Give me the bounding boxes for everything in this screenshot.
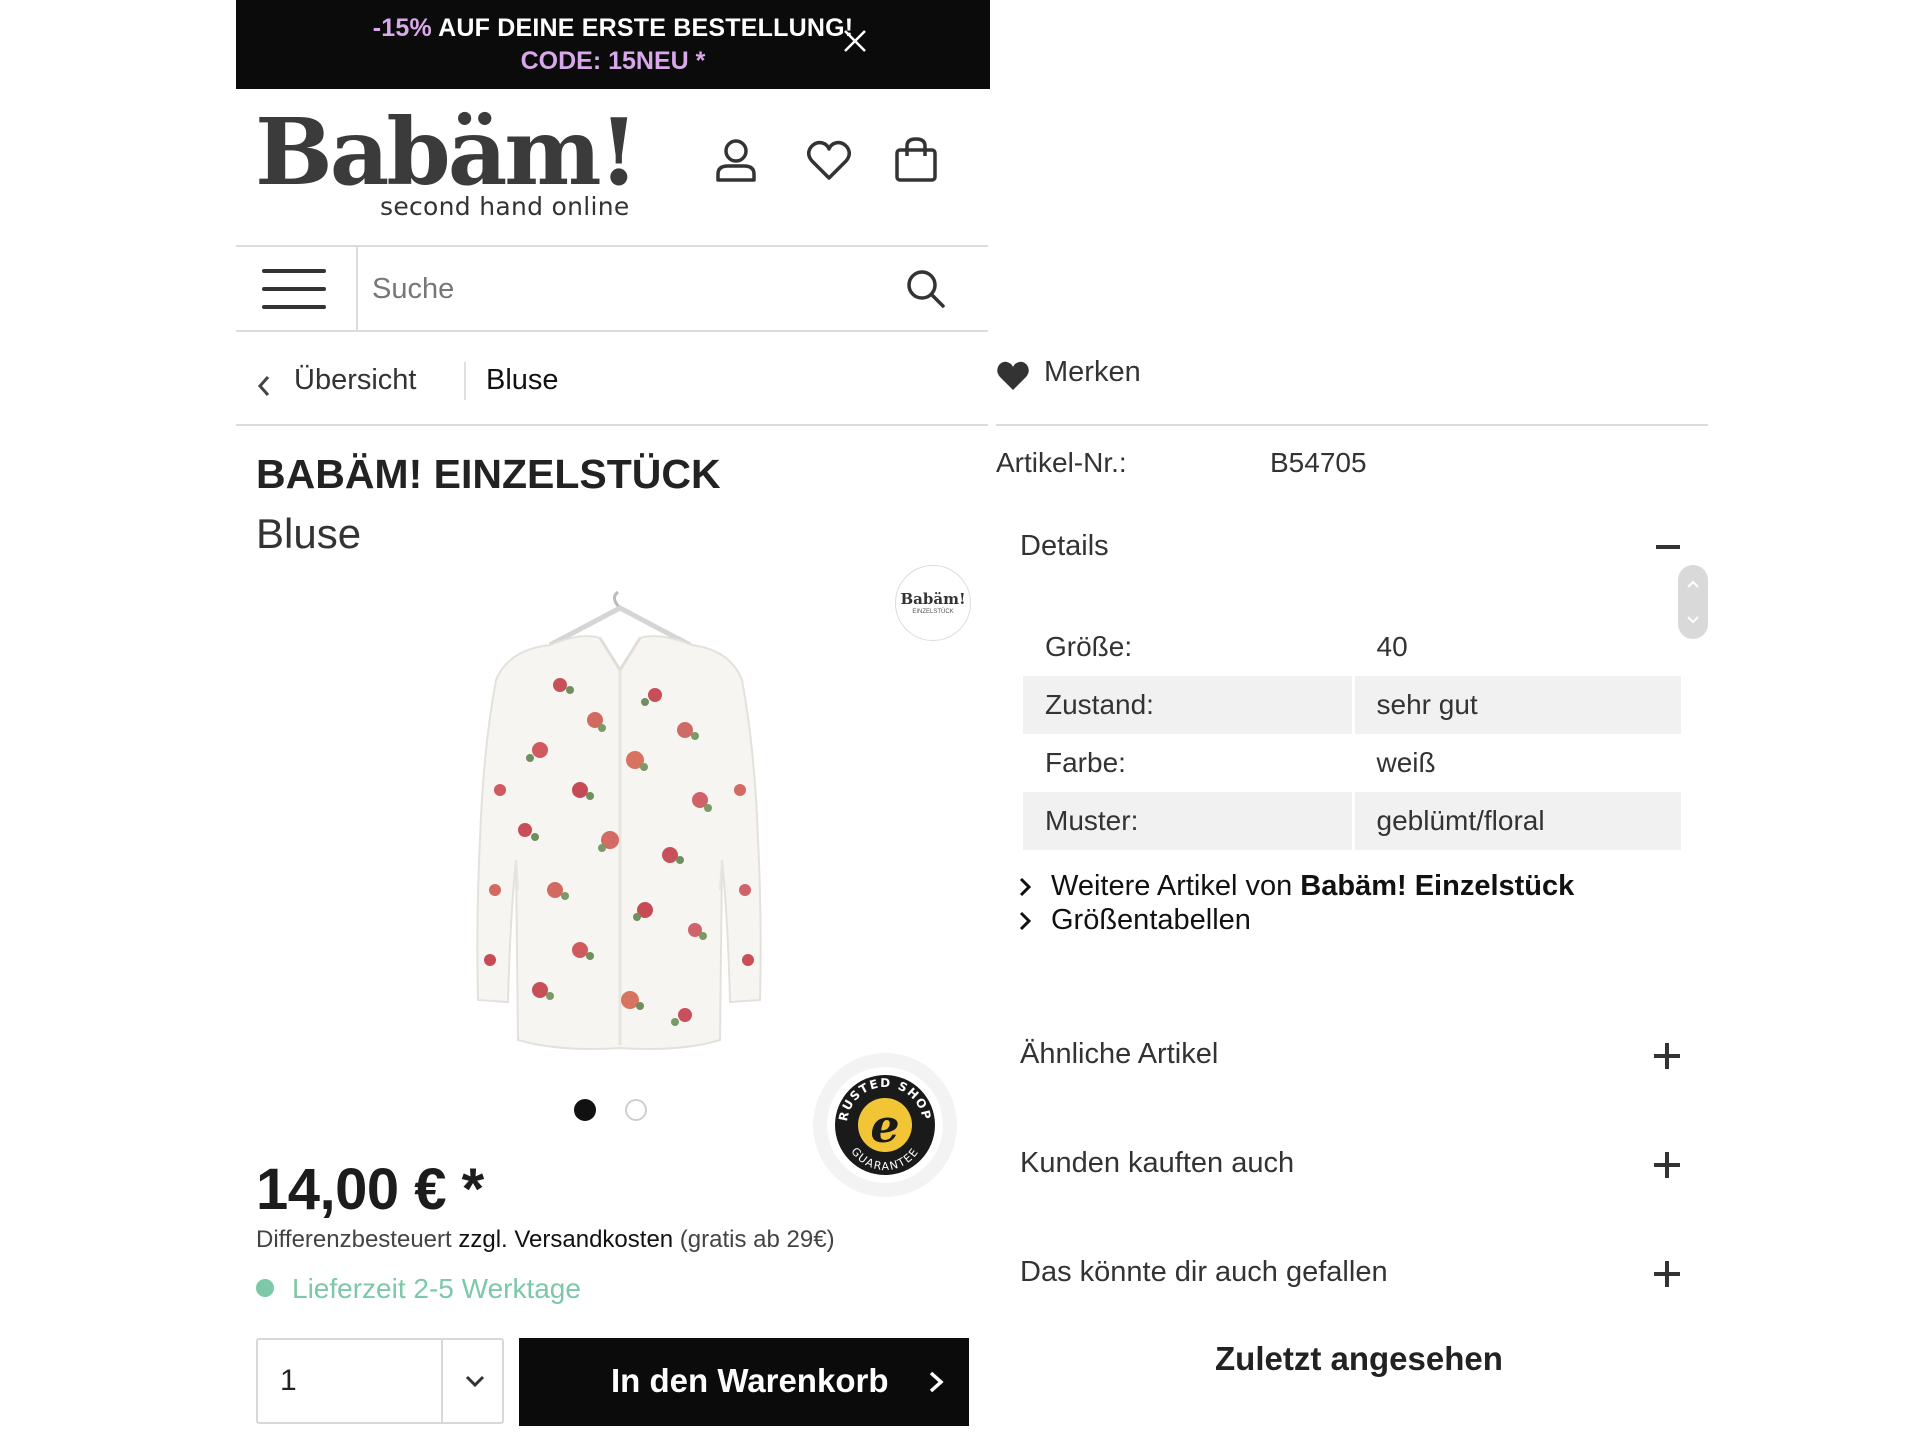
- promo-code: CODE: 15NEU *: [520, 47, 706, 75]
- more-from-brand-name: Babäm! Einzelstück: [1300, 870, 1575, 902]
- detail-value: geblümt/floral: [1353, 792, 1681, 850]
- detail-value: 40: [1376, 631, 1408, 662]
- product-image[interactable]: [430, 590, 810, 1070]
- size-tables-label: Größentabellen: [1051, 904, 1251, 936]
- breadcrumb-back-link[interactable]: Übersicht: [294, 364, 417, 397]
- breadcrumb-divider: [464, 362, 466, 400]
- brand-badge: Babäm! EINZELSTÜCK: [895, 565, 971, 641]
- free-shipping-note: (gratis ab 29€): [673, 1226, 835, 1253]
- divider: [996, 424, 1708, 426]
- close-icon[interactable]: [840, 26, 870, 56]
- add-to-cart-label: In den Warenkorb: [611, 1362, 889, 1399]
- collapse-icon[interactable]: [1656, 545, 1680, 549]
- detail-value: sehr gut: [1353, 676, 1681, 734]
- chevron-right-icon: [929, 1371, 944, 1393]
- trust-letter: e: [870, 1099, 899, 1153]
- menu-icon: [262, 269, 326, 273]
- quantity-select[interactable]: 1: [256, 1338, 504, 1424]
- brand-badge-word: Babäm!: [900, 590, 966, 608]
- heart-icon: [997, 361, 1029, 390]
- scrollbar-thumb[interactable]: [1678, 565, 1708, 639]
- menu-icon-bar: [262, 287, 326, 291]
- brand-badge-sub: EINZELSTÜCK: [912, 609, 954, 615]
- details-heading[interactable]: Details: [1020, 530, 1109, 563]
- product-price: 14,00 € *: [256, 1157, 484, 1222]
- delivery-info: Lieferzeit 2-5 Werktage: [256, 1273, 581, 1305]
- search-input[interactable]: [372, 267, 872, 311]
- quantity-divider: [441, 1340, 443, 1422]
- plus-icon[interactable]: [1654, 1043, 1680, 1069]
- promo-line-1: -15% AUF DEINE ERSTE BESTELLUNG!: [236, 14, 990, 43]
- cart-icon[interactable]: [890, 134, 942, 186]
- article-number-label: Artikel-Nr.:: [996, 447, 1127, 478]
- scroll-arrows-icon: [1687, 580, 1699, 624]
- size-tables-link[interactable]: Größentabellen: [1015, 904, 1251, 937]
- quantity-value: 1: [280, 1364, 297, 1397]
- search-bar: [236, 245, 988, 332]
- product-brand[interactable]: BABÄM! EINZELSTÜCK: [256, 451, 721, 498]
- breadcrumb-current: Bluse: [486, 364, 559, 396]
- more-from-brand-prefix: Weitere Artikel von: [1051, 870, 1301, 902]
- more-from-brand-link[interactable]: Weitere Artikel von Babäm! Einzelstück: [1015, 870, 1574, 903]
- plus-icon[interactable]: [1654, 1261, 1680, 1287]
- detail-row: Muster: geblümt/floral: [1023, 792, 1681, 850]
- menu-button[interactable]: [236, 247, 358, 330]
- tax-info: Differenzbesteuert zzgl. Versandkosten (…: [256, 1226, 835, 1254]
- detail-row: Farbe: weiß: [1023, 734, 1681, 792]
- logo-wordmark: Babäm!: [255, 98, 639, 206]
- account-icon[interactable]: [710, 134, 762, 186]
- accordion-similar-items[interactable]: Ähnliche Artikel: [1020, 1038, 1218, 1071]
- plus-icon[interactable]: [1654, 1152, 1680, 1178]
- tax-label: Differenzbesteuert: [256, 1226, 459, 1253]
- logo-tagline: second hand online: [380, 192, 630, 221]
- carousel-dot[interactable]: [625, 1099, 647, 1121]
- trusted-shops-badge[interactable]: TRUSTED SHOPS GUARANTEE e: [810, 1050, 960, 1200]
- delivery-time: Lieferzeit 2-5 Werktage: [292, 1273, 581, 1304]
- accordion-you-might-like[interactable]: Das könnte dir auch gefallen: [1020, 1256, 1388, 1289]
- detail-key: Zustand:: [1023, 676, 1355, 734]
- delivery-status-dot: [256, 1278, 274, 1297]
- add-to-cart-button[interactable]: In den Warenkorb: [519, 1338, 969, 1426]
- detail-value: weiß: [1376, 747, 1436, 778]
- accordion-customers-also-bought[interactable]: Kunden kauften auch: [1020, 1147, 1294, 1180]
- shipping-cost-link[interactable]: zzgl. Versandkosten: [458, 1226, 673, 1253]
- article-number-value: B54705: [1270, 447, 1367, 478]
- chevron-right-icon: [1019, 878, 1032, 897]
- detail-key: Größe:: [1023, 618, 1355, 676]
- detail-key: Farbe:: [1023, 734, 1355, 792]
- breadcrumb: Übersicht Bluse: [236, 350, 988, 426]
- recently-viewed-heading: Zuletzt angesehen: [1215, 1340, 1503, 1377]
- promo-text: AUF DEINE ERSTE BESTELLUNG!: [431, 14, 854, 42]
- site-logo[interactable]: Babäm! second hand online: [255, 98, 639, 226]
- details-table: Größe: 40 Zustand: sehr gut Farbe: weiß Mus…: [1023, 618, 1681, 850]
- chevron-right-icon: [1019, 912, 1032, 931]
- detail-key: Muster:: [1023, 792, 1355, 850]
- wishlist-icon[interactable]: [803, 134, 855, 186]
- promo-discount: -15%: [372, 14, 432, 42]
- menu-icon-bar: [262, 305, 326, 309]
- carousel-dot-active[interactable]: [574, 1099, 596, 1121]
- promo-banner: -15% AUF DEINE ERSTE BESTELLUNG! CODE: 1…: [236, 0, 990, 89]
- chevron-down-icon: [465, 1375, 485, 1388]
- detail-row: Größe: 40: [1023, 618, 1681, 676]
- search-icon[interactable]: [901, 264, 951, 314]
- product-type: Bluse: [256, 510, 362, 557]
- detail-row: Zustand: sehr gut: [1023, 676, 1681, 734]
- wishlist-label: Merken: [1044, 356, 1141, 388]
- chevron-left-icon[interactable]: [254, 373, 274, 399]
